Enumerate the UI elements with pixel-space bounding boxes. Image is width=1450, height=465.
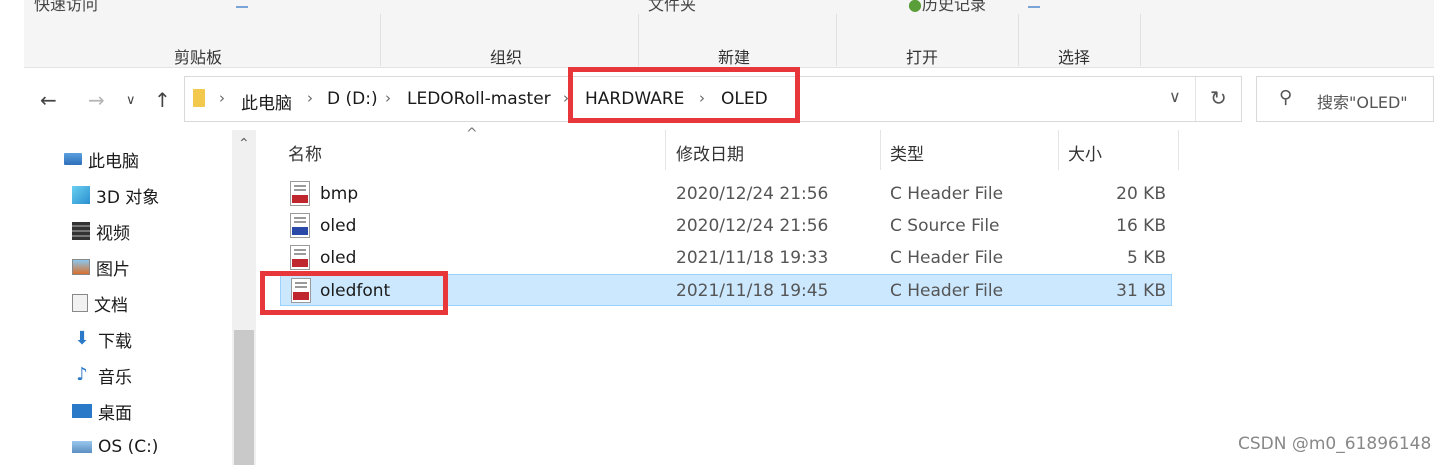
- ribbon: 快速访问 文件夹 ●历史记录 剪贴板 组织 新建 打开 选择: [24, 0, 1434, 68]
- download-arrow-icon: ⬇: [74, 328, 90, 349]
- ribbon-new-folder[interactable]: 文件夹: [648, 0, 696, 14]
- file-date: 2021/11/18 19:33: [676, 248, 829, 268]
- address-divider: [1195, 77, 1196, 121]
- cube-icon: [72, 186, 90, 204]
- column-divider[interactable]: [880, 130, 881, 170]
- group-divider: [1140, 14, 1141, 66]
- file-type: C Header File: [890, 248, 1004, 268]
- folder-icon: [193, 89, 205, 107]
- group-organize: 组织: [490, 48, 523, 67]
- desktop-icon: [72, 404, 92, 418]
- column-header-size[interactable]: 大小: [1068, 140, 1102, 165]
- left-margin: [0, 0, 24, 465]
- nav-item-music[interactable]: ♪ 音乐: [72, 360, 132, 390]
- file-row[interactable]: bmp 2020/12/24 21:56 C Header File 20 KB: [280, 178, 1172, 210]
- ribbon-quick-access[interactable]: 快速访问: [34, 0, 98, 14]
- column-header-name[interactable]: 名称: [288, 140, 322, 165]
- group-divider: [380, 14, 381, 66]
- recent-dropdown-icon[interactable]: ∨: [126, 93, 136, 108]
- forward-arrow-icon[interactable]: →: [88, 88, 105, 112]
- address-dropdown-icon[interactable]: ∨: [1169, 87, 1181, 106]
- sort-caret-icon: ^: [466, 126, 478, 142]
- group-divider: [836, 14, 837, 66]
- c-header-file-icon: [290, 245, 310, 270]
- file-type: C Header File: [890, 184, 1004, 204]
- nav-item-videos[interactable]: 视频: [72, 216, 130, 246]
- ribbon-history[interactable]: ●历史记录: [908, 0, 986, 14]
- watermark: CSDN @m0_61896148: [1238, 434, 1432, 454]
- nav-item-downloads[interactable]: ⬇ 下载: [72, 324, 132, 354]
- group-divider: [638, 14, 639, 66]
- column-divider[interactable]: [1178, 130, 1179, 170]
- breadcrumb-drive-d[interactable]: D (D:): [327, 89, 378, 109]
- music-note-icon: ♪: [76, 364, 88, 385]
- file-date: 2020/12/24 21:56: [676, 216, 829, 236]
- history-icon: ●: [908, 0, 922, 14]
- column-header-date[interactable]: 修改日期: [676, 140, 744, 165]
- file-name: oled: [320, 216, 357, 236]
- c-source-file-icon: [290, 213, 310, 238]
- navigation-pane: 此电脑 3D 对象 视频 图片 文档 ⬇ 下载 ♪ 音乐 桌面 OS (C:): [24, 130, 256, 465]
- group-divider: [1018, 14, 1019, 66]
- computer-icon: [64, 153, 82, 165]
- scroll-thumb[interactable]: [234, 330, 254, 465]
- up-arrow-icon[interactable]: ↑: [154, 88, 171, 112]
- group-open: 打开: [906, 48, 939, 67]
- ribbon-dropdown-indicator[interactable]: [236, 6, 248, 8]
- breadcrumb-separator[interactable]: ›: [307, 89, 313, 107]
- refresh-icon[interactable]: ↻: [1210, 86, 1227, 110]
- breadcrumb-this-pc[interactable]: 此电脑: [241, 89, 292, 114]
- breadcrumb-separator[interactable]: ›: [219, 89, 225, 107]
- group-new: 新建: [718, 48, 751, 67]
- file-name: oled: [320, 248, 357, 268]
- highlight-box-file: [260, 271, 448, 315]
- file-size: 5 KB: [1126, 248, 1166, 268]
- breadcrumb-ledoroll-master[interactable]: LEDORoll-master: [407, 89, 551, 109]
- search-box[interactable]: ⚲ 搜索"OLED": [1256, 76, 1434, 122]
- search-icon: ⚲: [1279, 87, 1293, 108]
- group-select: 选择: [1058, 48, 1091, 67]
- document-icon: [72, 294, 88, 312]
- file-row[interactable]: oled 2020/12/24 21:56 C Source File 16 K…: [280, 210, 1172, 242]
- nav-item-this-pc[interactable]: 此电脑: [64, 144, 139, 174]
- file-type: C Header File: [890, 281, 1004, 301]
- nav-item-desktop[interactable]: 桌面: [72, 396, 132, 426]
- scroll-up-icon[interactable]: ⌃: [238, 136, 250, 152]
- column-divider[interactable]: [1058, 130, 1059, 170]
- nav-item-os-c[interactable]: OS (C:): [72, 432, 158, 462]
- c-header-file-icon: [290, 181, 310, 206]
- file-date: 2021/11/18 19:45: [676, 281, 829, 301]
- nav-item-pictures[interactable]: 图片: [72, 252, 130, 282]
- file-size: 31 KB: [1116, 281, 1166, 301]
- nav-scrollbar[interactable]: ⌃: [232, 130, 256, 465]
- film-icon: [72, 222, 90, 240]
- file-name: bmp: [320, 184, 359, 204]
- file-size: 16 KB: [1116, 216, 1166, 236]
- back-arrow-icon[interactable]: ←: [40, 88, 57, 112]
- drive-icon: [72, 441, 92, 453]
- file-size: 20 KB: [1116, 184, 1166, 204]
- ribbon-dropdown-indicator[interactable]: [1028, 6, 1040, 8]
- nav-item-3d-objects[interactable]: 3D 对象: [72, 180, 159, 210]
- breadcrumb-separator[interactable]: ›: [385, 89, 391, 107]
- group-clipboard: 剪贴板: [174, 48, 223, 67]
- file-date: 2020/12/24 21:56: [676, 184, 829, 204]
- picture-icon: [72, 259, 90, 275]
- column-divider[interactable]: [665, 130, 666, 170]
- column-header-type[interactable]: 类型: [890, 140, 924, 165]
- search-input[interactable]: 搜索"OLED": [1317, 89, 1408, 113]
- file-type: C Source File: [890, 216, 1000, 236]
- highlight-box-path: [568, 67, 800, 123]
- nav-item-documents[interactable]: 文档: [72, 288, 128, 318]
- file-row[interactable]: oled 2021/11/18 19:33 C Header File 5 KB: [280, 242, 1172, 274]
